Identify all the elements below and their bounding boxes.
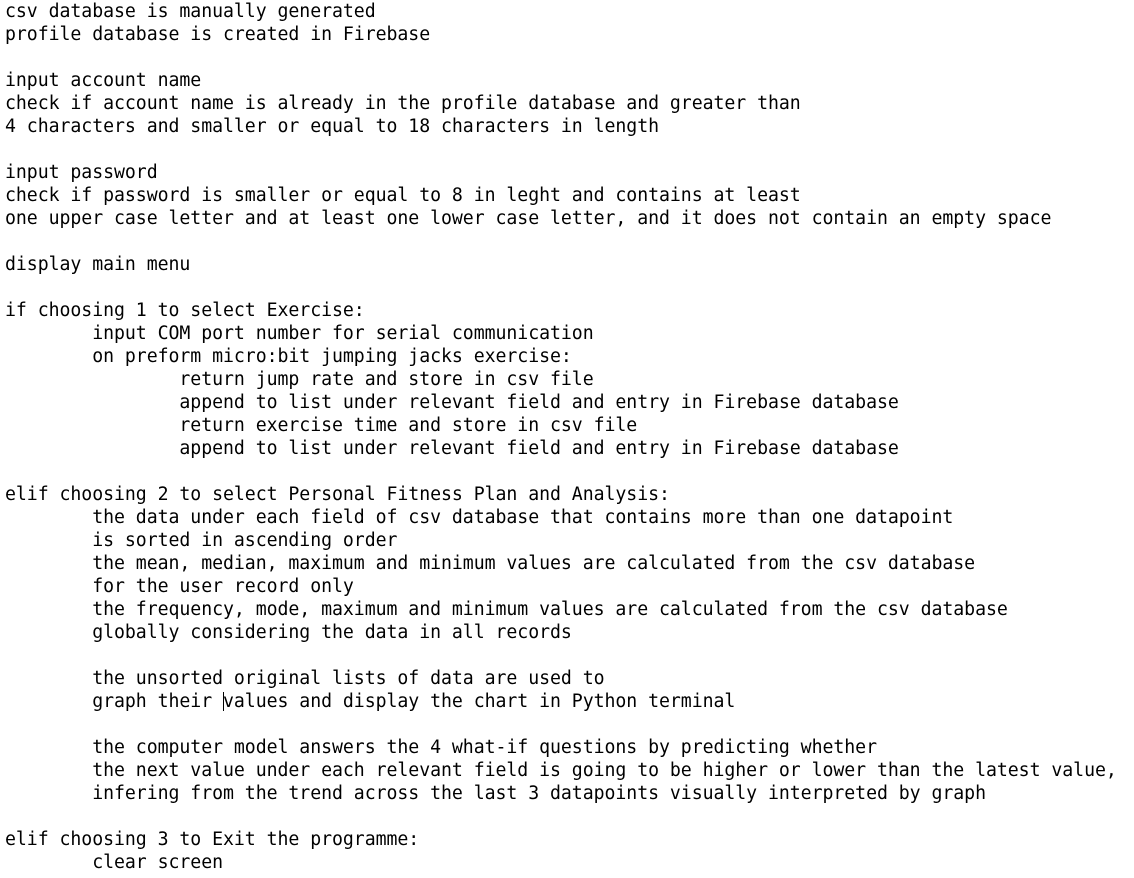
text-line: check if account name is already in the … (5, 93, 801, 114)
text-line: the next value under each relevant field… (5, 760, 1117, 781)
text-line (5, 138, 1131, 161)
text-line: the data under each field of csv databas… (5, 507, 954, 528)
text-line (5, 460, 1131, 483)
text-line: clear screen (5, 852, 223, 873)
text-line: display main menu (5, 254, 191, 275)
text-line: return jump rate and store in csv file (5, 369, 594, 390)
text-line: on preform micro:bit jumping jacks exerc… (5, 346, 572, 367)
text-line: check if password is smaller or equal to… (5, 185, 801, 206)
text-document[interactable]: csv database is manually generated profil… (5, 0, 1131, 878)
text-line (5, 713, 1131, 736)
text-line: the unsorted original lists of data are … (5, 668, 605, 689)
text-line (5, 230, 1131, 253)
text-line: profile database is created in Firebase (5, 24, 431, 45)
text-line: 4 characters and smaller or equal to 18 … (5, 116, 659, 137)
text-line: for the user record only (5, 576, 354, 597)
text-line: return exercise time and store in csv fi… (5, 415, 638, 436)
text-line: append to list under relevant field and … (5, 392, 899, 413)
text-line: infering from the trend across the last … (5, 783, 986, 804)
text-line: globally considering the data in all rec… (5, 622, 572, 643)
text-line: graph their values and display the chart… (5, 691, 736, 712)
text-line: elif choosing 2 to select Personal Fitne… (5, 484, 670, 505)
text-line: input COM port number for serial communi… (5, 323, 594, 344)
text-line: input password (5, 162, 158, 183)
text-line: csv database is manually generated (5, 1, 376, 22)
text-line (5, 644, 1131, 667)
text-line (5, 276, 1131, 299)
text-line: the mean, median, maximum and minimum va… (5, 553, 976, 574)
text-line: elif choosing 3 to Exit the programme: (5, 829, 420, 850)
text-line: the frequency, mode, maximum and minimum… (5, 599, 1008, 620)
text-line: if choosing 1 to select Exercise: (5, 300, 365, 321)
text-line: input account name (5, 70, 202, 91)
text-line: append to list under relevant field and … (5, 438, 899, 459)
text-line (5, 46, 1131, 69)
text-line: is sorted in ascending order (5, 530, 398, 551)
text-line (5, 805, 1131, 828)
text-line: one upper case letter and at least one l… (5, 208, 1052, 229)
text-line: the computer model answers the 4 what-if… (5, 737, 877, 758)
